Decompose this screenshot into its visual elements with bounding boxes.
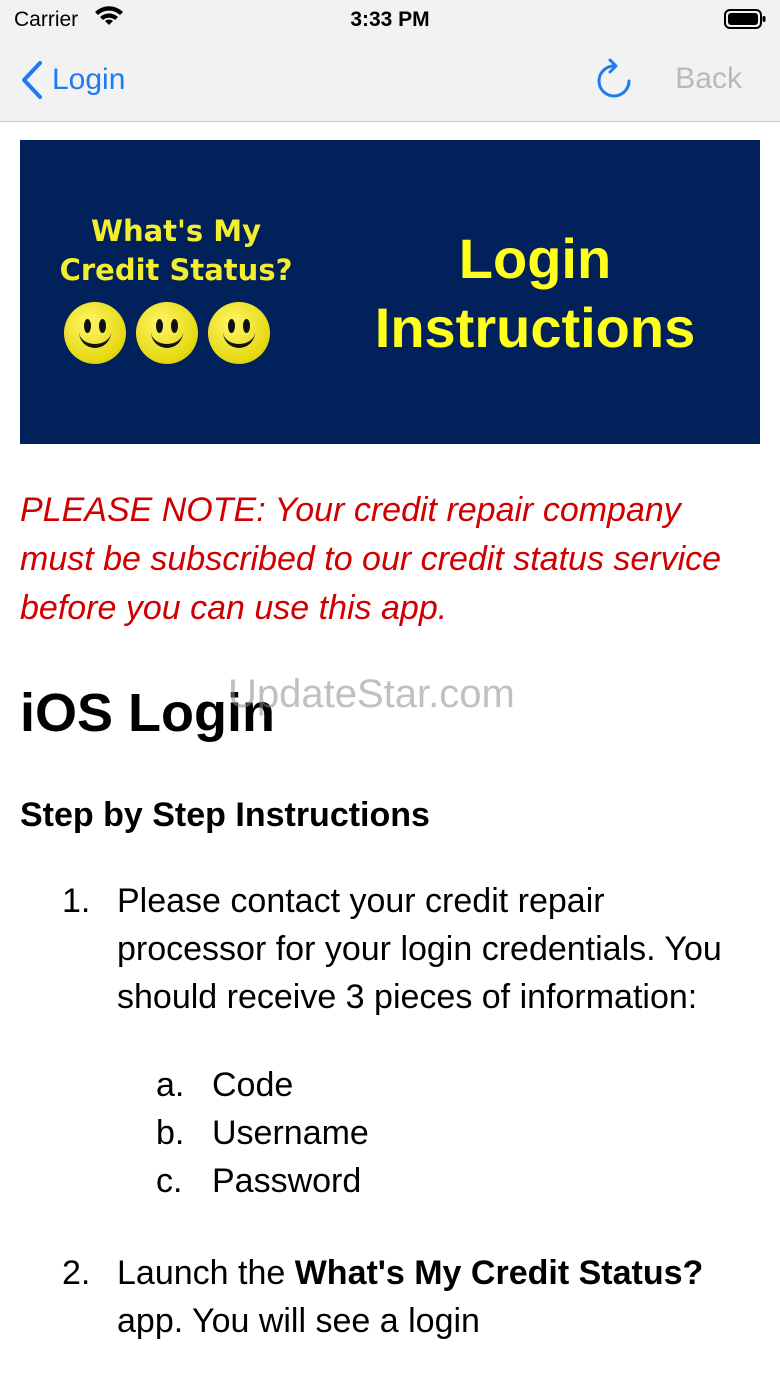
banner-title-line-2: Instructions [374, 296, 696, 359]
sub-item-text: Password [212, 1162, 362, 1200]
sub-item-text: Username [212, 1114, 369, 1152]
step-number: 1. [62, 882, 91, 920]
step-text-before: Launch the [117, 1254, 295, 1292]
logo-line-2: Credit Status? [59, 253, 293, 287]
sub-item-letter: c. [156, 1162, 183, 1200]
app-name-text: What's My Credit Status? [294, 1254, 704, 1292]
watermark-text: UpdateStar.com [228, 672, 515, 716]
logo-line-1: What's My [90, 214, 262, 248]
subscription-note: PLEASE NOTE: Your credit repair company … [20, 491, 722, 627]
smiley-icon [64, 302, 126, 364]
step-number: 2. [62, 1254, 91, 1292]
sub-item-text: Code [212, 1066, 294, 1104]
step-text-after: app. You will see a login [117, 1302, 480, 1340]
navigation-bar: Login Back [0, 40, 780, 122]
status-time: 3:33 PM [350, 8, 430, 31]
smiley-icon [208, 302, 270, 364]
instructions-list: 1. Please contact your credit repair pro… [20, 877, 760, 1345]
battery-icon [724, 9, 766, 35]
refresh-icon [597, 58, 631, 98]
sub-item-letter: a. [156, 1066, 185, 1104]
nav-back-button[interactable]: Login [20, 58, 125, 102]
smiley-row [64, 302, 270, 364]
credentials-list: a. Code b. Username c. Password [114, 1061, 760, 1205]
section-subtitle: Step by Step Instructions [20, 796, 430, 834]
list-item: 1. Please contact your credit repair pro… [20, 877, 760, 1205]
refresh-button[interactable] [594, 58, 634, 107]
step-text: Please contact your credit repair proces… [117, 882, 722, 1016]
smiley-icon [136, 302, 198, 364]
nav-back-label: Login [52, 63, 126, 96]
status-bar: Carrier 3:33 PM [0, 0, 780, 40]
web-back-button[interactable]: Back [675, 62, 742, 96]
list-item: a. Code [114, 1061, 760, 1109]
sub-item-letter: b. [156, 1114, 185, 1152]
list-item: c. Password [114, 1157, 760, 1205]
page-content: What's My Credit Status? Login Instructi… [20, 140, 760, 1345]
app-logo: What's My Credit Status? [42, 162, 310, 422]
chevron-left-icon [22, 61, 42, 99]
list-item: b. Username [114, 1109, 760, 1157]
list-item: 2. Launch the What's My Credit Status? a… [20, 1249, 760, 1345]
header-banner: What's My Credit Status? Login Instructi… [20, 140, 760, 444]
banner-title-line-1: Login [458, 227, 612, 290]
